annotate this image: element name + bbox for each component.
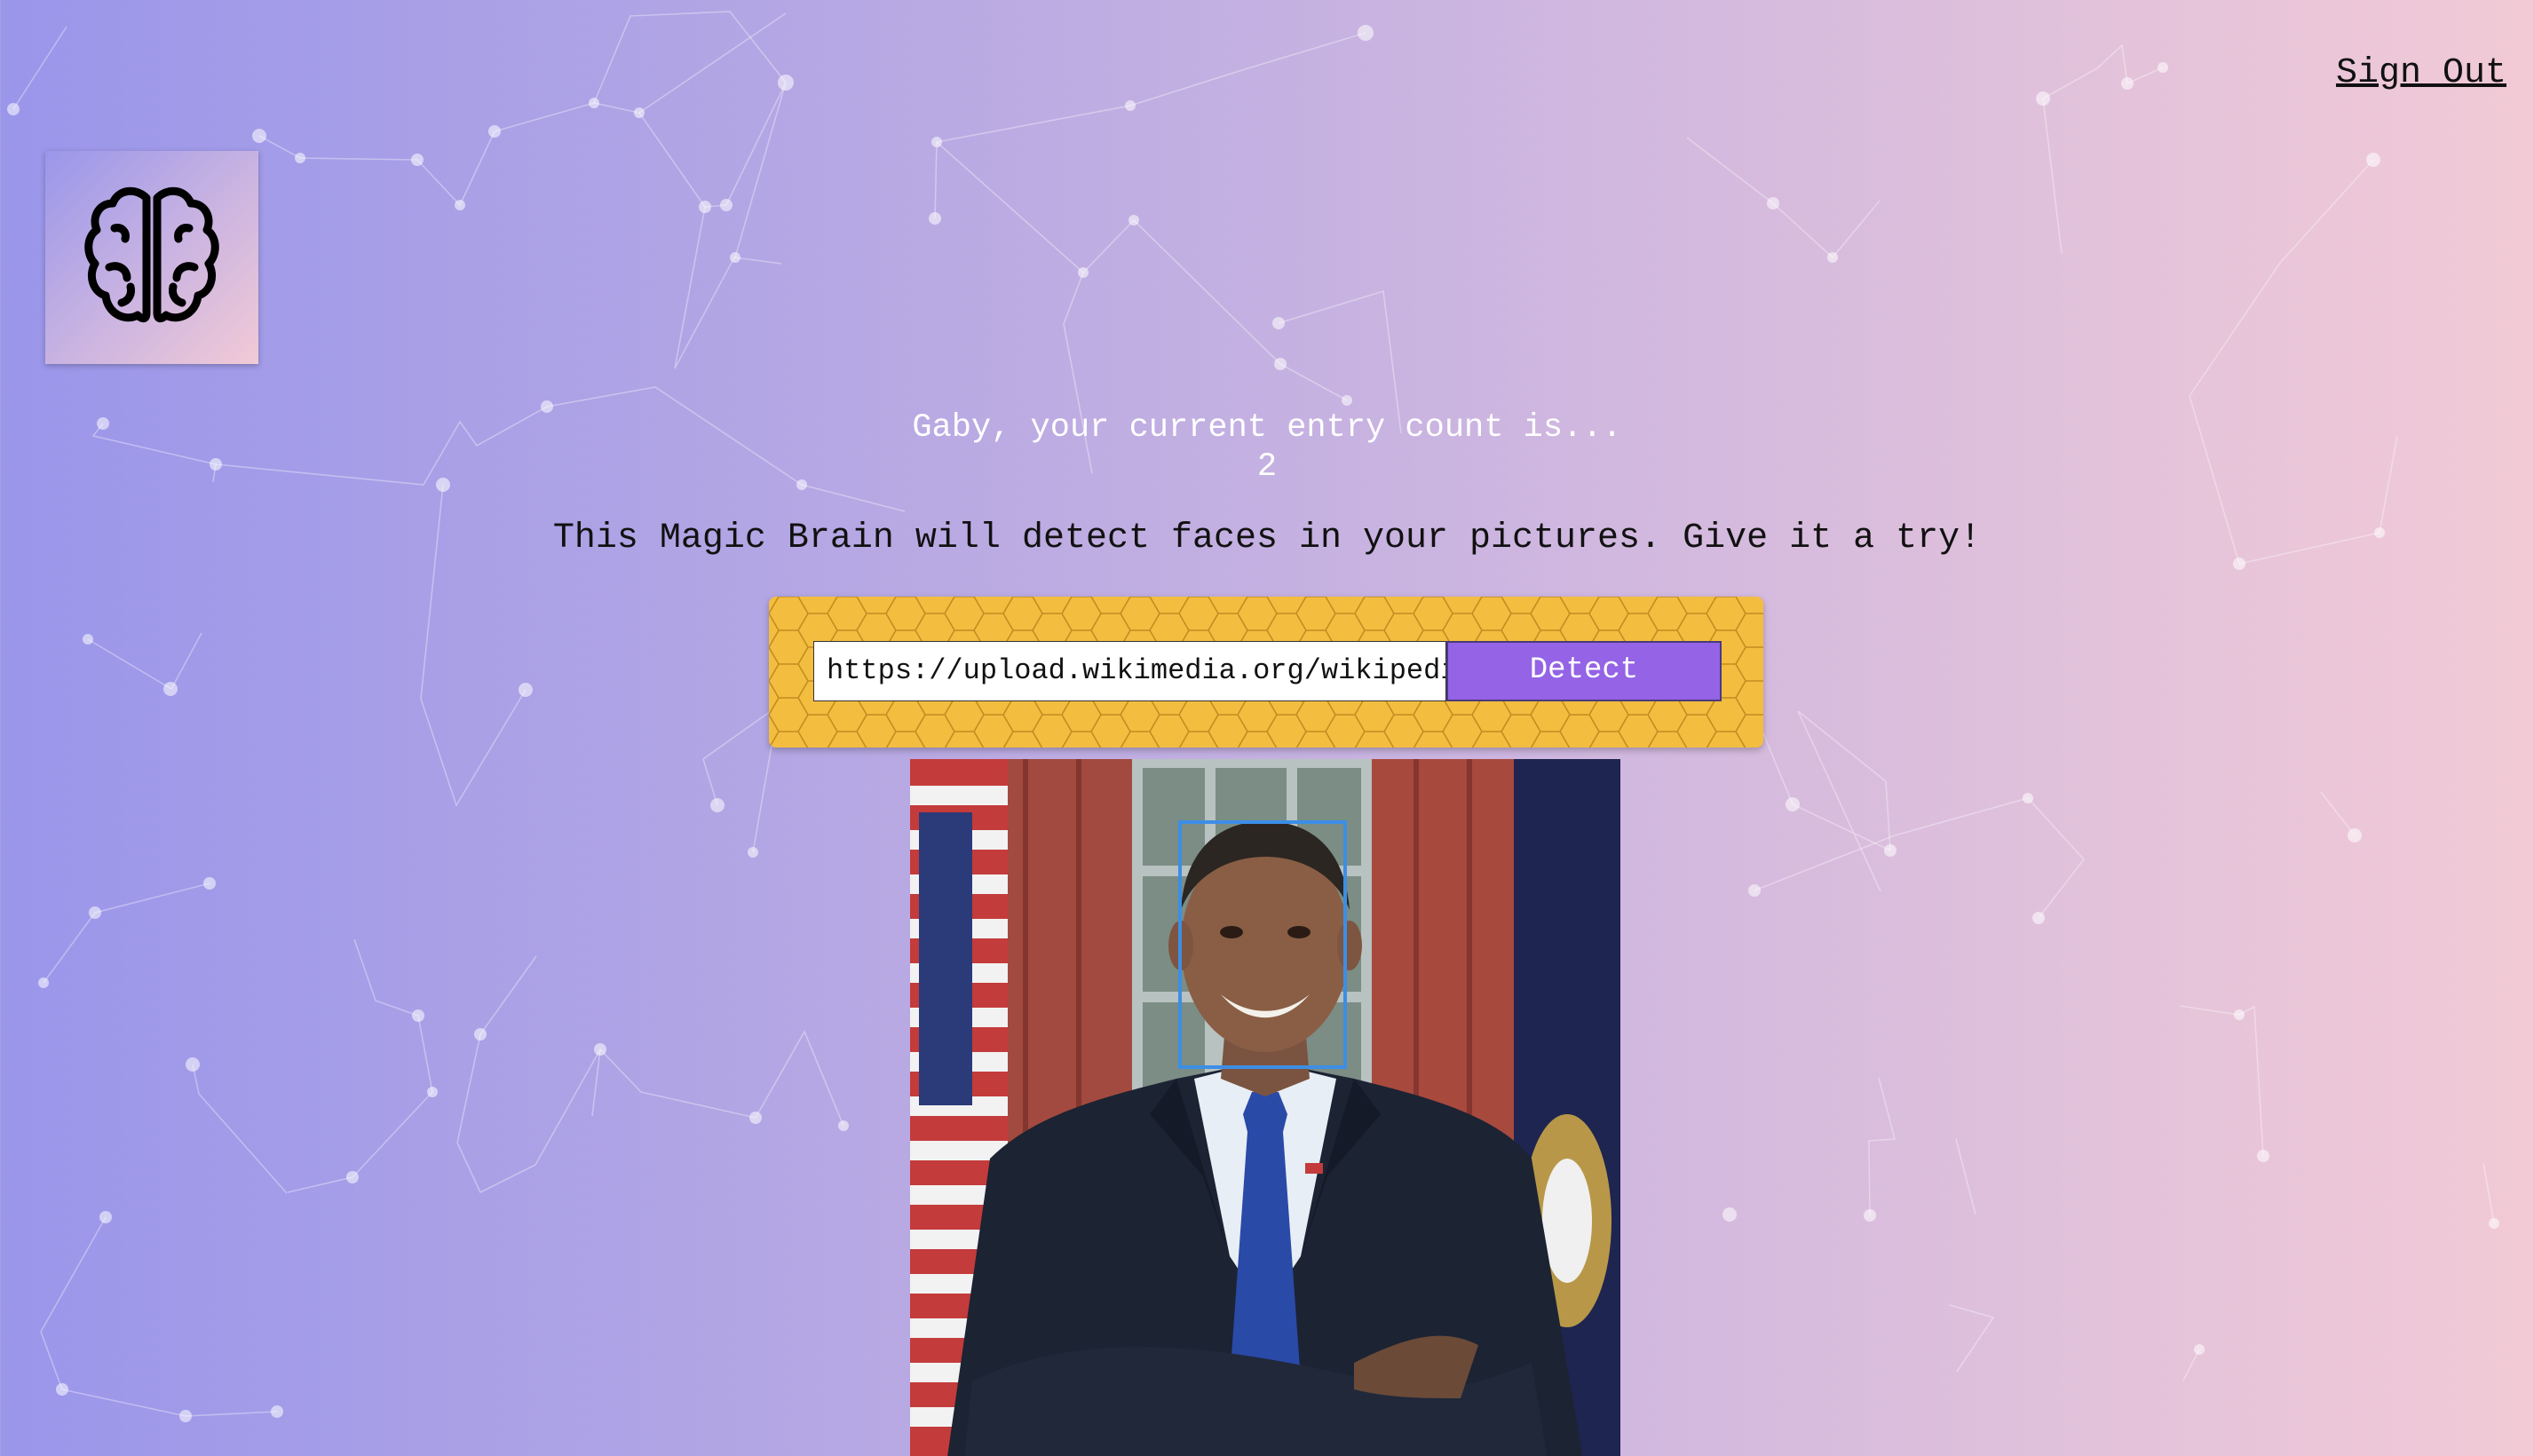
logo-card [45, 151, 258, 364]
brain-icon [84, 186, 219, 323]
detect-button[interactable]: Detect [1446, 641, 1722, 701]
image-link-form: https://upload.wikimedia.org/wikipedia/c… [769, 597, 1763, 748]
sign-out-link[interactable]: Sign Out [2336, 53, 2506, 93]
entry-count-message: Gaby, your current entry count is... [912, 409, 1622, 447]
entry-count-value: 2 [1256, 448, 1278, 486]
face-bounding-box [1178, 820, 1347, 1069]
image-url-input[interactable]: https://upload.wikimedia.org/wikipedia/c… [813, 641, 1446, 701]
intro-text: This Magic Brain will detect faces in yo… [552, 518, 1982, 558]
entry-count-section: Gaby, your current entry count is... 2 [0, 408, 2534, 487]
